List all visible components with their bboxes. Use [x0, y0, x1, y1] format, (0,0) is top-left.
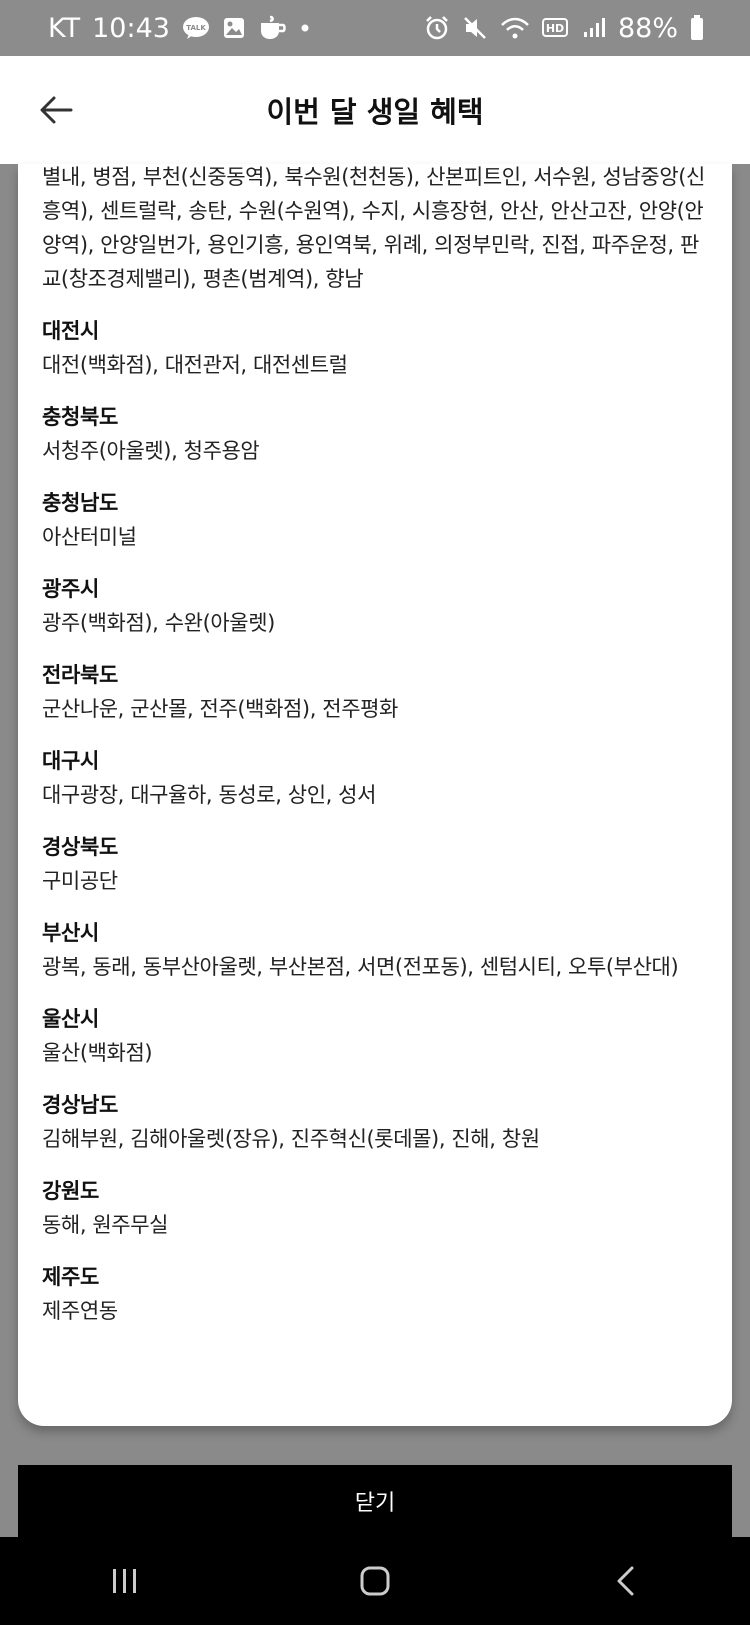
- region-item: 대전시 대전(백화점), 대전관저, 대전센트럴: [42, 314, 708, 382]
- home-icon: [360, 1566, 390, 1596]
- region-name: 충청남도: [42, 491, 119, 515]
- region-name: 전라북도: [42, 663, 119, 687]
- region-item: 경상남도 김해부원, 김해아울렛(장유), 진주혁신(롯데몰), 진해, 창원: [42, 1088, 708, 1156]
- region-stores: 광주(백화점), 수완(아울렛): [42, 611, 275, 635]
- region-stores: 서청주(아울렛), 청주용암: [42, 439, 260, 463]
- region-item: 광주시 광주(백화점), 수완(아울렛): [42, 572, 708, 640]
- status-right: HD 88%: [424, 13, 704, 44]
- close-button[interactable]: 닫기: [18, 1465, 732, 1537]
- region-name: 울산시: [42, 1007, 100, 1031]
- system-nav-bar: [0, 1537, 750, 1625]
- status-left: KT 10:43 TALK: [48, 13, 310, 44]
- region-name: 대구시: [42, 749, 100, 773]
- coffee-icon: [258, 15, 288, 41]
- region-stores-intro: 별내, 병점, 부천(신중동역), 북수원(천천동), 산본피트인, 서수원, …: [42, 165, 705, 291]
- page-title: 이번 달 생일 혜택: [266, 95, 484, 129]
- region-name: 경상남도: [42, 1093, 119, 1117]
- region-item: 경상북도 구미공단: [42, 830, 708, 898]
- region-name: 경상북도: [42, 835, 119, 859]
- gallery-icon: [222, 16, 246, 40]
- region-stores: 대전(백화점), 대전관저, 대전센트럴: [42, 353, 348, 377]
- region-item: 제주도 제주연동: [42, 1260, 708, 1328]
- kakaotalk-icon: TALK: [182, 16, 210, 40]
- region-item: 부산시 광복, 동래, 동부산아울렛, 부산본점, 서면(전포동), 센텀시티,…: [42, 916, 708, 984]
- region-stores: 대구광장, 대구율하, 동성로, 상인, 성서: [42, 783, 377, 807]
- back-nav-icon: [617, 1566, 634, 1596]
- region-stores: 구미공단: [42, 869, 118, 893]
- back-button[interactable]: [36, 90, 76, 130]
- region-name: 제주도: [42, 1265, 100, 1289]
- store-list: 별내, 병점, 부천(신중동역), 북수원(천천동), 산본피트인, 서수원, …: [18, 164, 732, 1328]
- region-stores: 아산터미널: [42, 525, 137, 549]
- recent-apps-icon: [113, 1569, 136, 1593]
- benefit-card[interactable]: 별내, 병점, 부천(신중동역), 북수원(천천동), 산본피트인, 서수원, …: [18, 164, 732, 1426]
- region-stores: 김해부원, 김해아울렛(장유), 진주혁신(롯데몰), 진해, 창원: [42, 1127, 540, 1151]
- alarm-icon: [424, 15, 450, 41]
- recent-apps-button[interactable]: [85, 1551, 165, 1611]
- region-item: 충청남도 아산터미널: [42, 486, 708, 554]
- region-stores: 군산나운, 군산몰, 전주(백화점), 전주평화: [42, 697, 398, 721]
- hd-voice-icon: HD: [541, 17, 570, 39]
- home-button[interactable]: [335, 1551, 415, 1611]
- region-name: 강원도: [42, 1179, 100, 1203]
- region-name: 충청북도: [42, 405, 119, 429]
- region-name: 부산시: [42, 921, 100, 945]
- talk-badge-text: TALK: [186, 24, 206, 32]
- notification-dot-icon: [300, 23, 310, 33]
- region-item: 전라북도 군산나운, 군산몰, 전주(백화점), 전주평화: [42, 658, 708, 726]
- clock: 10:43: [92, 12, 170, 44]
- close-button-label: 닫기: [354, 1491, 396, 1516]
- region-name: 광주시: [42, 577, 100, 601]
- back-nav-button[interactable]: [585, 1551, 665, 1611]
- region-item: 울산시 울산(백화점): [42, 1002, 708, 1070]
- wifi-icon: [500, 16, 530, 40]
- battery-percent: 88%: [617, 12, 678, 44]
- battery-icon: [690, 15, 704, 41]
- svg-text:HD: HD: [546, 22, 564, 35]
- region-item: 충청북도 서청주(아울렛), 청주용암: [42, 400, 708, 468]
- app-header: 이번 달 생일 혜택: [0, 56, 750, 164]
- region-stores: 광복, 동래, 동부산아울렛, 부산본점, 서면(전포동), 센텀시티, 오투(…: [42, 955, 679, 979]
- carrier-label: KT: [48, 12, 81, 44]
- back-arrow-icon: [40, 96, 73, 124]
- region-name: 대전시: [42, 319, 100, 343]
- mute-icon: [462, 15, 488, 41]
- region-stores: 울산(백화점): [42, 1041, 153, 1065]
- signal-icon: [582, 17, 606, 39]
- region-stores: 제주연동: [42, 1299, 118, 1323]
- region-item: 강원도 동해, 원주무실: [42, 1174, 708, 1242]
- region-stores: 동해, 원주무실: [42, 1213, 169, 1237]
- region-item: 대구시 대구광장, 대구율하, 동성로, 상인, 성서: [42, 744, 708, 812]
- status-bar: KT 10:43 TALK HD 88%: [0, 0, 750, 56]
